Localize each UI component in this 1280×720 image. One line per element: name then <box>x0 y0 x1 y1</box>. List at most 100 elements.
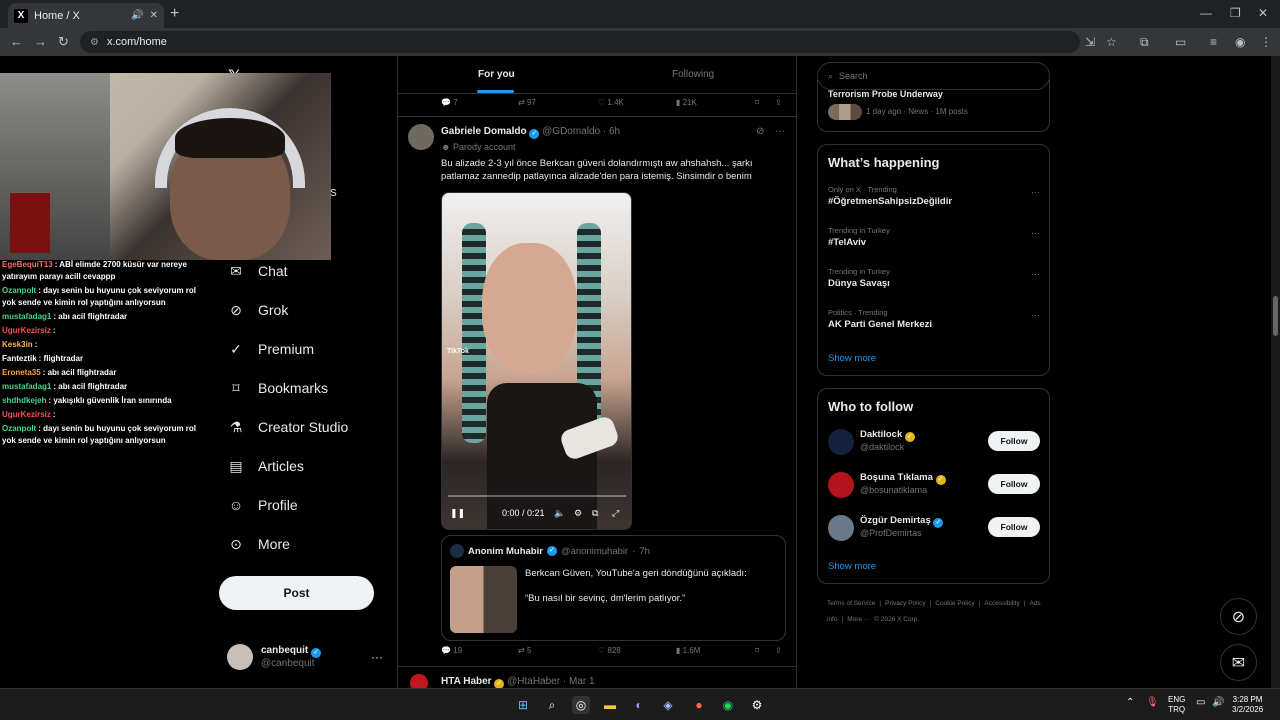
address-bar[interactable]: ⚙ x.com/home <box>80 31 1080 53</box>
tweet-avatar[interactable] <box>408 124 434 150</box>
trend-item[interactable]: Only on X · Trending #ÖğretmenSahipsizDe… <box>828 185 1040 207</box>
spotify-icon[interactable]: ◉ <box>719 696 737 714</box>
views-button[interactable]: ▮ 21K <box>676 98 697 107</box>
messages-fab-icon[interactable]: ✉ <box>1220 644 1257 681</box>
nav-grok[interactable]: ⊘ Grok <box>228 302 288 319</box>
speaker-icon[interactable]: 🔊 <box>131 10 143 21</box>
app-icon[interactable]: ● <box>690 696 708 714</box>
nav-premium[interactable]: ✓ Premium <box>228 341 314 358</box>
language-indicator[interactable]: ENG TRQ <box>1168 695 1185 715</box>
like-button[interactable]: ♡ 828 <box>598 646 621 655</box>
tweet-time[interactable]: 6h <box>609 126 620 137</box>
grok-fab-icon[interactable]: ⊘ <box>1220 598 1257 635</box>
tweet-time[interactable]: Mar 1 <box>569 676 595 687</box>
chrome-icon[interactable]: ◎ <box>572 696 590 714</box>
settings-icon[interactable]: ⚙ <box>574 508 582 519</box>
trends-show-more[interactable]: Show more <box>828 353 876 364</box>
next-tweet[interactable]: HTA Haber ✓ @HtaHaber · Mar 1 <box>398 668 796 688</box>
tweet-author-name[interactable]: Gabriele Domaldo <box>441 126 527 137</box>
restore-icon[interactable]: ❐ <box>1230 6 1241 20</box>
reload-icon[interactable]: ↻ <box>58 34 69 50</box>
browser-menu-icon[interactable]: ⋮ <box>1260 35 1272 49</box>
follow-button[interactable]: Follow <box>988 431 1040 451</box>
pip-icon[interactable]: ⧉ <box>592 508 598 519</box>
nav-bookmarks[interactable]: ⌑ Bookmarks <box>228 380 328 397</box>
reply-button[interactable]: 💬 7 <box>441 98 458 107</box>
video-progress-bar[interactable] <box>448 495 626 497</box>
search-input[interactable]: ⌕ Search <box>817 62 1050 90</box>
trend-more-icon[interactable]: ··· <box>1031 228 1040 238</box>
tweet-more-icon[interactable]: ··· <box>775 126 785 137</box>
site-info-icon[interactable]: ⚙ <box>90 37 99 48</box>
extensions-icon[interactable]: ⧉ <box>1140 35 1149 50</box>
nav-chat[interactable]: ✉ Chat <box>228 263 287 280</box>
bookmark-icon[interactable]: ⌑ <box>755 98 759 107</box>
minimize-icon[interactable]: — <box>1200 6 1212 20</box>
quoted-tweet[interactable]: Anonim Muhabir ✓ @anonimuhabir · 7h Berk… <box>441 535 786 641</box>
account-more-icon[interactable]: ··· <box>371 650 383 664</box>
microphone-icon[interactable]: 🎙 <box>1146 698 1159 708</box>
follow-suggestion[interactable]: Özgür Demirtaş ✓ @ProfDemirtas Follow <box>828 513 1040 543</box>
search-icon[interactable]: ⌕ <box>543 696 561 714</box>
tweet-author-handle[interactable]: @GDomaldo <box>542 126 600 137</box>
nav-more[interactable]: ⊙ More <box>228 536 290 553</box>
avatar[interactable] <box>828 472 854 498</box>
show-hidden-icons[interactable]: ⌃ <box>1126 698 1134 708</box>
profile-avatar-icon[interactable]: ◉ <box>1235 35 1245 49</box>
footer-link[interactable]: © 2026 X Corp. <box>874 616 919 623</box>
grok-icon[interactable]: ⊘ <box>756 126 764 137</box>
new-tab-button[interactable]: + <box>170 5 179 23</box>
trend-item[interactable]: Politics · Trending AK Parti Genel Merke… <box>828 308 1040 330</box>
tweet-author-handle[interactable]: @HtaHaber <box>507 676 560 687</box>
settings-app-icon[interactable]: ⚙ <box>748 696 766 714</box>
reading-list-icon[interactable]: ≡ <box>1210 35 1217 49</box>
footer-link[interactable]: Accessibility <box>984 600 1019 607</box>
page-scrollbar[interactable] <box>1271 56 1280 688</box>
like-button[interactable]: ♡ 1.4K <box>598 98 624 107</box>
follow-show-more[interactable]: Show more <box>828 561 876 572</box>
trend-more-icon[interactable]: ··· <box>1031 187 1040 197</box>
back-icon[interactable]: ← <box>10 34 23 49</box>
footer-link[interactable]: Terms of Service <box>827 600 875 607</box>
share-icon[interactable]: ⇪ <box>775 98 782 107</box>
windows-start-icon[interactable]: ⊞ <box>514 696 532 714</box>
fullscreen-icon[interactable]: ⤢ <box>612 508 619 519</box>
avatar[interactable] <box>828 429 854 455</box>
split-view-icon[interactable]: ▭ <box>1175 35 1186 49</box>
nav-creator-studio[interactable]: ⚗ Creator Studio <box>228 419 349 436</box>
nav-articles[interactable]: ▤ Articles <box>228 458 304 475</box>
discord-icon[interactable]: ◐ <box>630 696 648 714</box>
tweet-avatar[interactable] <box>410 674 428 688</box>
follow-suggestion[interactable]: Daktilock ✓ @daktilock Follow <box>828 427 1040 457</box>
trend-item[interactable]: Trending in Turkey Dünya Savaşı ··· <box>828 267 1040 289</box>
bookmark-star-icon[interactable]: ☆ <box>1106 35 1117 49</box>
install-app-icon[interactable]: ⇲ <box>1085 35 1095 49</box>
nav-profile[interactable]: ☺ Profile <box>228 497 298 513</box>
trend-item[interactable]: Trending in Turkey #TelAviv ··· <box>828 226 1040 248</box>
clock[interactable]: 3:28 PM 3/2/2026 <box>1232 695 1263 715</box>
tweet-author-name[interactable]: HTA Haber <box>441 676 492 687</box>
file-explorer-icon[interactable]: ▬ <box>601 696 619 714</box>
repost-button[interactable]: ⇄ 97 <box>518 98 536 107</box>
post-button[interactable]: Post <box>219 576 374 610</box>
account-switcher[interactable]: canbequit ✓ @canbequit <box>227 644 322 670</box>
avatar[interactable] <box>828 515 854 541</box>
forward-icon[interactable]: → <box>34 34 47 49</box>
bookmark-icon[interactable]: ⌑ <box>755 646 759 655</box>
tweet-video[interactable]: TikTok ❚❚ 0:00 / 0:21 🔈 ⚙ ⧉ ⤢ <box>441 192 632 530</box>
footer-link[interactable]: Privacy Policy <box>885 600 925 607</box>
browser-tab[interactable]: X Home / X 🔊 ✕ <box>8 3 164 28</box>
tab-following[interactable]: Following <box>672 69 714 80</box>
repost-button[interactable]: ⇄ 5 <box>518 646 531 655</box>
follow-suggestion[interactable]: Boşuna Tıklama ✓ @bosunatiklama Follow <box>828 470 1040 500</box>
views-button[interactable]: ▮ 1.6M <box>676 646 700 655</box>
close-tab-icon[interactable]: ✕ <box>150 10 158 21</box>
follow-button[interactable]: Follow <box>988 474 1040 494</box>
follow-button[interactable]: Follow <box>988 517 1040 537</box>
reply-button[interactable]: 💬 19 <box>441 646 462 655</box>
steam-icon[interactable]: ◈ <box>659 696 677 714</box>
footer-link[interactable]: More ··· <box>847 616 870 623</box>
tab-for-you[interactable]: For you <box>478 69 515 80</box>
trend-more-icon[interactable]: ··· <box>1031 310 1040 320</box>
share-icon[interactable]: ⇪ <box>775 646 782 655</box>
